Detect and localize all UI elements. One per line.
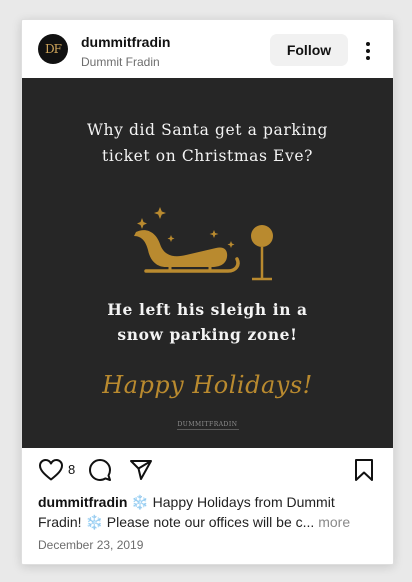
more-link[interactable]: more <box>314 514 350 530</box>
post-card: DF dummitfradin Dummit Fradin Follow Why… <box>21 19 394 565</box>
comment-icon[interactable] <box>88 458 112 482</box>
answer-line-1: He left his sleigh in a <box>107 300 308 319</box>
follow-button[interactable]: Follow <box>270 34 348 66</box>
post-header: DF dummitfradin Dummit Fradin Follow <box>22 20 393 78</box>
post-image[interactable]: Why did Santa get a parking ticket on Ch… <box>22 78 393 448</box>
avatar-initials: DF <box>45 42 62 56</box>
post-date: December 23, 2019 <box>38 538 144 552</box>
more-options-icon[interactable] <box>360 40 376 62</box>
heart-icon[interactable] <box>38 458 64 482</box>
username[interactable]: dummitfradin <box>81 34 170 50</box>
action-bar: 8 <box>22 448 393 492</box>
share-icon[interactable] <box>129 458 153 482</box>
avatar[interactable]: DF <box>38 34 68 64</box>
greeting-text: Happy Holidays! <box>102 371 313 399</box>
answer-line-2: snow parking zone! <box>117 325 298 344</box>
wordmark-underline <box>177 429 239 430</box>
sleigh-illustration <box>134 207 273 281</box>
caption: dummitfradin ❄️ Happy Holidays from Dumm… <box>38 492 378 532</box>
like-count: 8 <box>68 462 76 477</box>
bookmark-icon[interactable] <box>353 458 375 482</box>
brand-wordmark: DUMMITFRADIN <box>177 421 238 428</box>
question-line-2: ticket on Christmas Eve? <box>102 147 313 165</box>
display-name: Dummit Fradin <box>81 55 160 69</box>
question-line-1: Why did Santa get a parking <box>86 121 328 139</box>
caption-username[interactable]: dummitfradin <box>38 494 127 510</box>
